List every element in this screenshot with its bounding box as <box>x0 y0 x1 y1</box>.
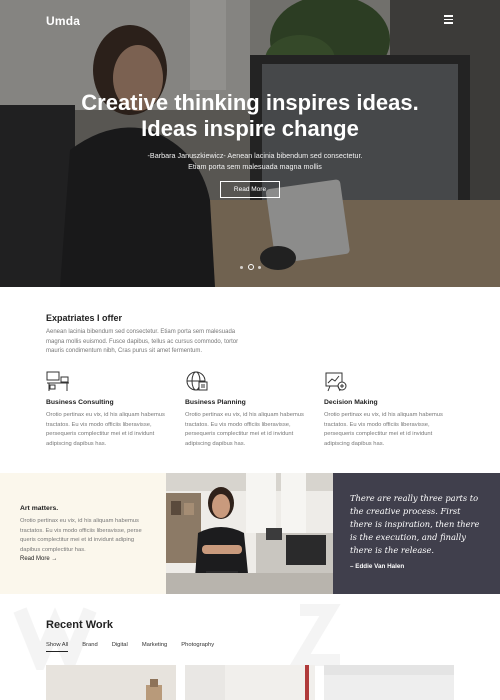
filter-show-all[interactable]: Show All <box>46 642 69 652</box>
hero-subtitle: -Barbara Januszkiewicz- Aenean lacinia b… <box>147 151 363 171</box>
portfolio-thumbnail[interactable] <box>46 665 176 700</box>
service-business-planning: Business Planning Orotio pertinax eu vix… <box>185 370 305 449</box>
hero-overlay <box>0 0 500 287</box>
service-description: Orotio pertinax eu vix, id his aliquam h… <box>324 412 443 447</box>
slider-dot[interactable] <box>258 266 261 269</box>
filter-marketing[interactable]: Marketing <box>142 642 167 652</box>
filter-photography[interactable]: Photography <box>181 642 214 652</box>
background-watermark-shape <box>13 604 341 670</box>
brand-logo[interactable]: Umda <box>46 14 80 28</box>
portfolio-filters: Show All Brand Digital Marketing Photogr… <box>46 642 228 652</box>
service-business-consulting: Business Consulting Orotio pertinax eu v… <box>46 370 166 449</box>
expertise-description: Aenean lacinia bibendum sed consectetur.… <box>46 329 239 354</box>
service-title: Business Planning <box>185 399 246 406</box>
office-portrait-photo <box>166 473 333 594</box>
workspace-desk-icon <box>46 371 69 391</box>
service-decision-making: Decision Making Orotio pertinax eu vix, … <box>324 370 444 449</box>
expertise-title: Expatriates I offer <box>46 313 123 323</box>
hero-title: Creative thinking inspires ideas. Ideas … <box>0 90 500 142</box>
recent-work-title: Recent Work <box>46 619 114 631</box>
slider-dots <box>238 264 268 272</box>
art-description: Orotio pertinax eu vix, id his aliquam h… <box>20 518 142 553</box>
service-description: Orotio pertinax eu vix, id his aliquam h… <box>46 412 165 447</box>
globe-planning-icon <box>186 371 208 391</box>
portfolio-thumbnail[interactable] <box>185 665 315 700</box>
decision-board-icon <box>325 372 347 392</box>
service-title: Decision Making <box>324 399 378 406</box>
hero-title-line-2: Ideas inspire change <box>141 116 359 141</box>
quote-text: There are really three parts to the crea… <box>350 493 480 555</box>
service-description: Orotio pertinax eu vix, id his aliquam h… <box>185 412 304 447</box>
portfolio-thumbnail[interactable] <box>324 665 454 700</box>
service-title: Business Consulting <box>46 399 114 406</box>
slider-dot-active[interactable] <box>248 264 254 270</box>
filter-brand[interactable]: Brand <box>82 642 97 652</box>
art-title: Art matters. <box>20 505 59 512</box>
slider-dot[interactable] <box>240 266 243 269</box>
hero-title-line-1: Creative thinking inspires ideas. <box>81 90 419 115</box>
art-read-more-link[interactable]: Read More → <box>20 556 57 562</box>
hero-section: Umda Creative thinking inspires ideas. I… <box>0 0 500 287</box>
quote-author: – Eddie Van Halen <box>350 563 405 570</box>
hero-read-more-button[interactable]: Read More <box>220 181 280 198</box>
hamburger-icon[interactable] <box>444 15 453 24</box>
filter-digital[interactable]: Digital <box>112 642 128 652</box>
